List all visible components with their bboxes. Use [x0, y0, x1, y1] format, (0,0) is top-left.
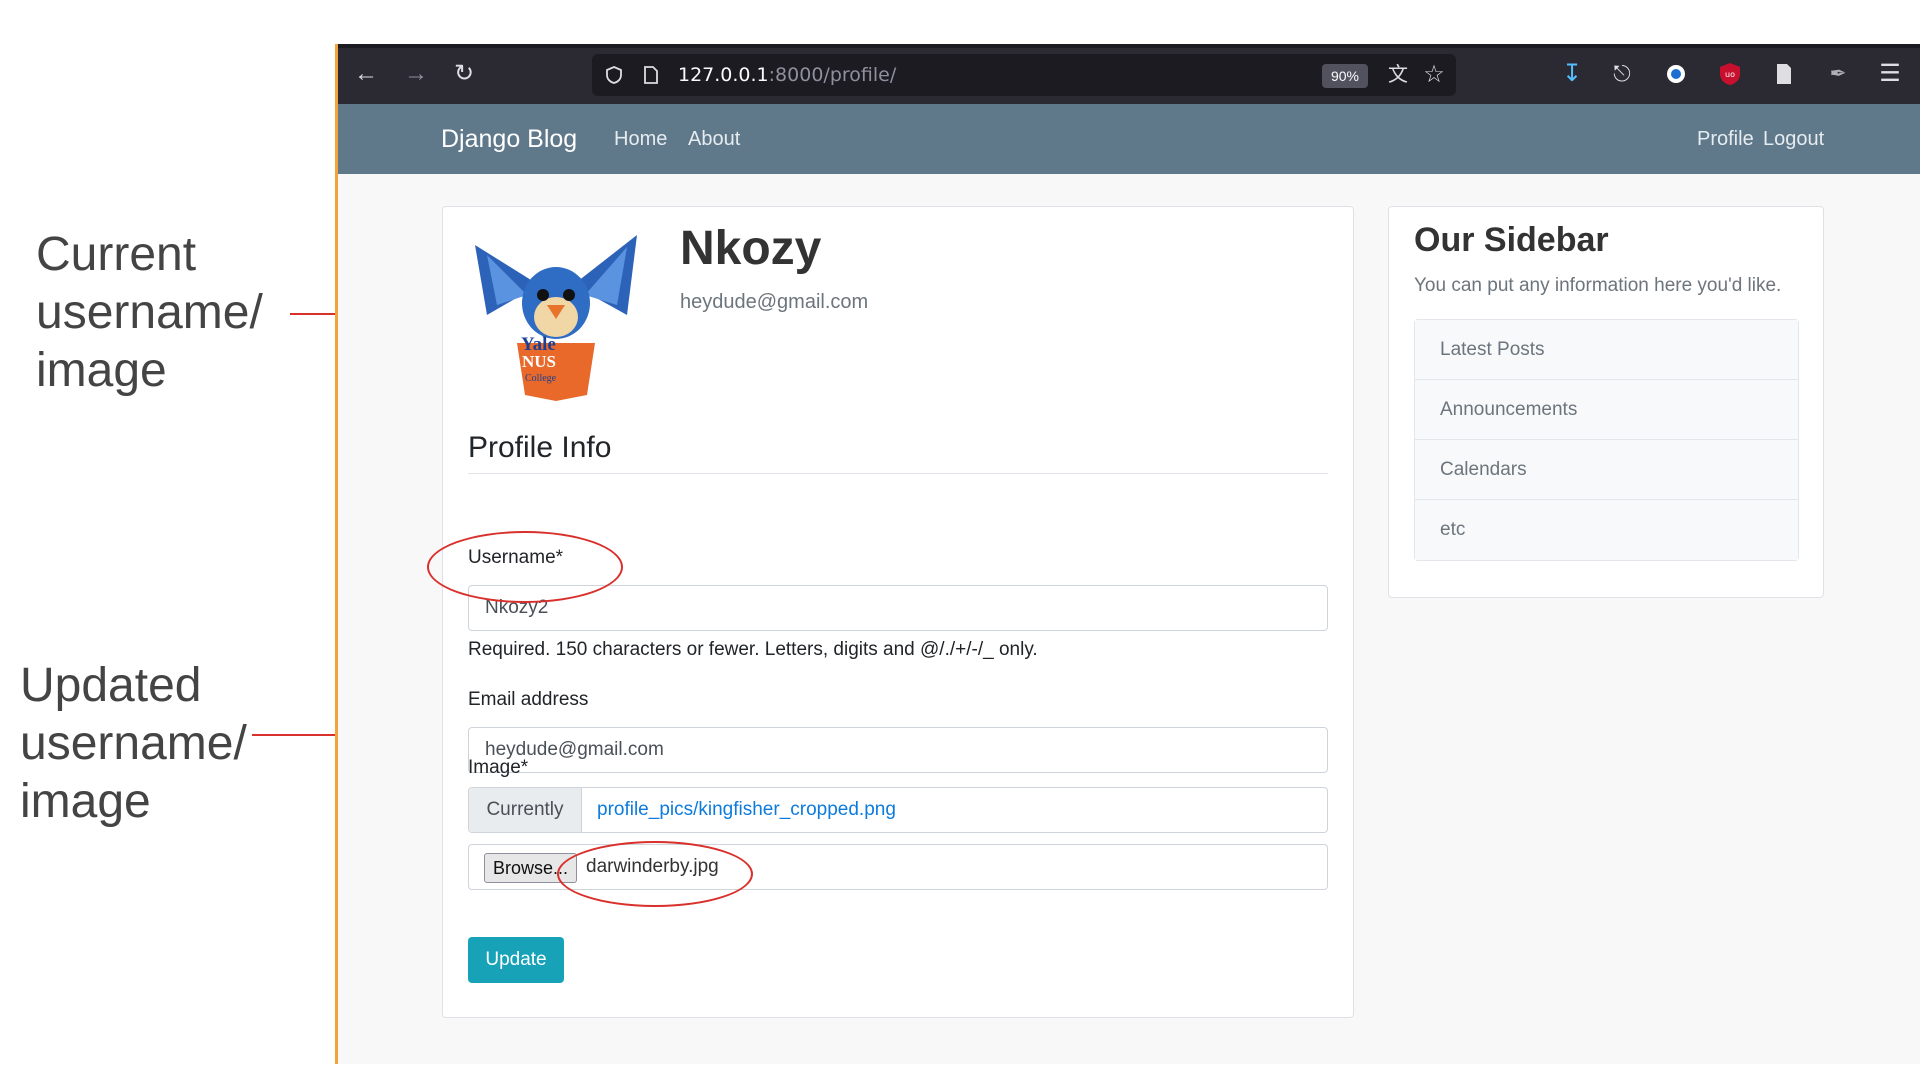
- annotation-current-line2: username/: [36, 286, 263, 339]
- sidebar-item-etc[interactable]: etc: [1415, 500, 1798, 560]
- annotation-current: Current username/ image: [36, 226, 263, 400]
- nav-link-home[interactable]: Home: [614, 104, 667, 174]
- sidebar-list: Latest Posts Announcements Calendars etc: [1414, 319, 1799, 561]
- annotation-ellipse-file: [557, 841, 753, 907]
- image-label: Image*: [468, 757, 529, 778]
- page-icon: [644, 66, 658, 84]
- ublock-origin-icon[interactable]: uo: [1714, 58, 1746, 90]
- current-image-group: Currently profile_pics/kingfisher_croppe…: [468, 787, 1328, 833]
- svg-text:uo: uo: [1725, 70, 1735, 79]
- extensions-icon[interactable]: ⎋: [1606, 58, 1638, 90]
- shield-icon: [606, 66, 622, 84]
- toolbar-top-strip: [338, 44, 1920, 48]
- sidebar-item-latest-posts[interactable]: Latest Posts: [1415, 320, 1798, 380]
- sidebar-subtitle: You can put any information here you'd l…: [1414, 275, 1782, 296]
- email-input[interactable]: heydude@gmail.com: [468, 727, 1328, 773]
- reload-icon[interactable]: ↻: [448, 58, 480, 90]
- annotation-current-line3: image: [36, 344, 167, 397]
- sidebar-card: Our Sidebar You can put any information …: [1388, 206, 1824, 598]
- profile-username: Nkozy: [680, 222, 822, 275]
- hamburger-menu-icon[interactable]: ☰: [1874, 58, 1906, 90]
- document-icon[interactable]: [1768, 58, 1800, 90]
- annotation-updated-pointer: [252, 734, 338, 736]
- sidebar-title: Our Sidebar: [1414, 221, 1609, 259]
- navbar-brand[interactable]: Django Blog: [441, 104, 577, 174]
- url-text[interactable]: 127.0.0.1:8000/profile/: [678, 54, 896, 96]
- current-image-link[interactable]: profile_pics/kingfisher_cropped.png: [597, 788, 896, 832]
- forward-arrow-icon[interactable]: →: [400, 58, 432, 90]
- email-label: Email address: [468, 689, 589, 710]
- sidebar-item-calendars[interactable]: Calendars: [1415, 440, 1798, 500]
- annotation-updated-line2: username/: [20, 717, 247, 770]
- profile-email: heydude@gmail.com: [680, 291, 869, 313]
- url-path: :8000/profile/: [768, 64, 897, 86]
- username-help-text: Required. 150 characters or fewer. Lette…: [468, 639, 1038, 660]
- avatar-text-college: College: [525, 373, 557, 384]
- url-host: 127.0.0.1: [678, 64, 769, 86]
- sidebar-item-announcements[interactable]: Announcements: [1415, 380, 1798, 440]
- nav-link-logout[interactable]: Logout: [1763, 104, 1824, 174]
- avatar-text-nus: NUS: [522, 352, 557, 371]
- nav-link-about[interactable]: About: [688, 104, 740, 174]
- privacy-extension-icon[interactable]: [1660, 58, 1692, 90]
- profile-card: Yale NUS College Nkozy heydude@gmail.com…: [442, 206, 1354, 1018]
- profile-info-legend: Profile Info: [468, 431, 1328, 474]
- nav-link-profile[interactable]: Profile: [1697, 104, 1754, 174]
- zoom-level-badge[interactable]: 90%: [1321, 64, 1368, 88]
- annotation-updated-line1: Updated: [20, 659, 202, 712]
- annotation-ellipse-username: [427, 531, 623, 603]
- update-button[interactable]: Update: [468, 937, 564, 983]
- username-input[interactable]: Nkozy2: [468, 585, 1328, 631]
- download-icon[interactable]: ↧: [1556, 58, 1588, 90]
- annotation-updated-line3: image: [20, 775, 151, 828]
- bookmark-star-icon[interactable]: ☆: [1418, 59, 1450, 91]
- feather-extension-icon[interactable]: ✒: [1822, 58, 1854, 90]
- url-bar[interactable]: 127.0.0.1:8000/profile/ 90% 文 ☆: [592, 54, 1456, 96]
- translate-icon[interactable]: 文: [1382, 59, 1414, 91]
- currently-label: Currently: [469, 788, 582, 832]
- annotation-updated: Updated username/ image: [20, 657, 247, 831]
- browser-toolbar: ← → ↻ 127.0.0.1:8000/profile/ 90% 文 ☆ ↧ …: [338, 44, 1920, 104]
- annotation-current-line1: Current: [36, 228, 197, 281]
- back-arrow-icon[interactable]: ←: [350, 58, 382, 90]
- site-navbar: Django Blog Home About Profile Logout: [338, 104, 1920, 174]
